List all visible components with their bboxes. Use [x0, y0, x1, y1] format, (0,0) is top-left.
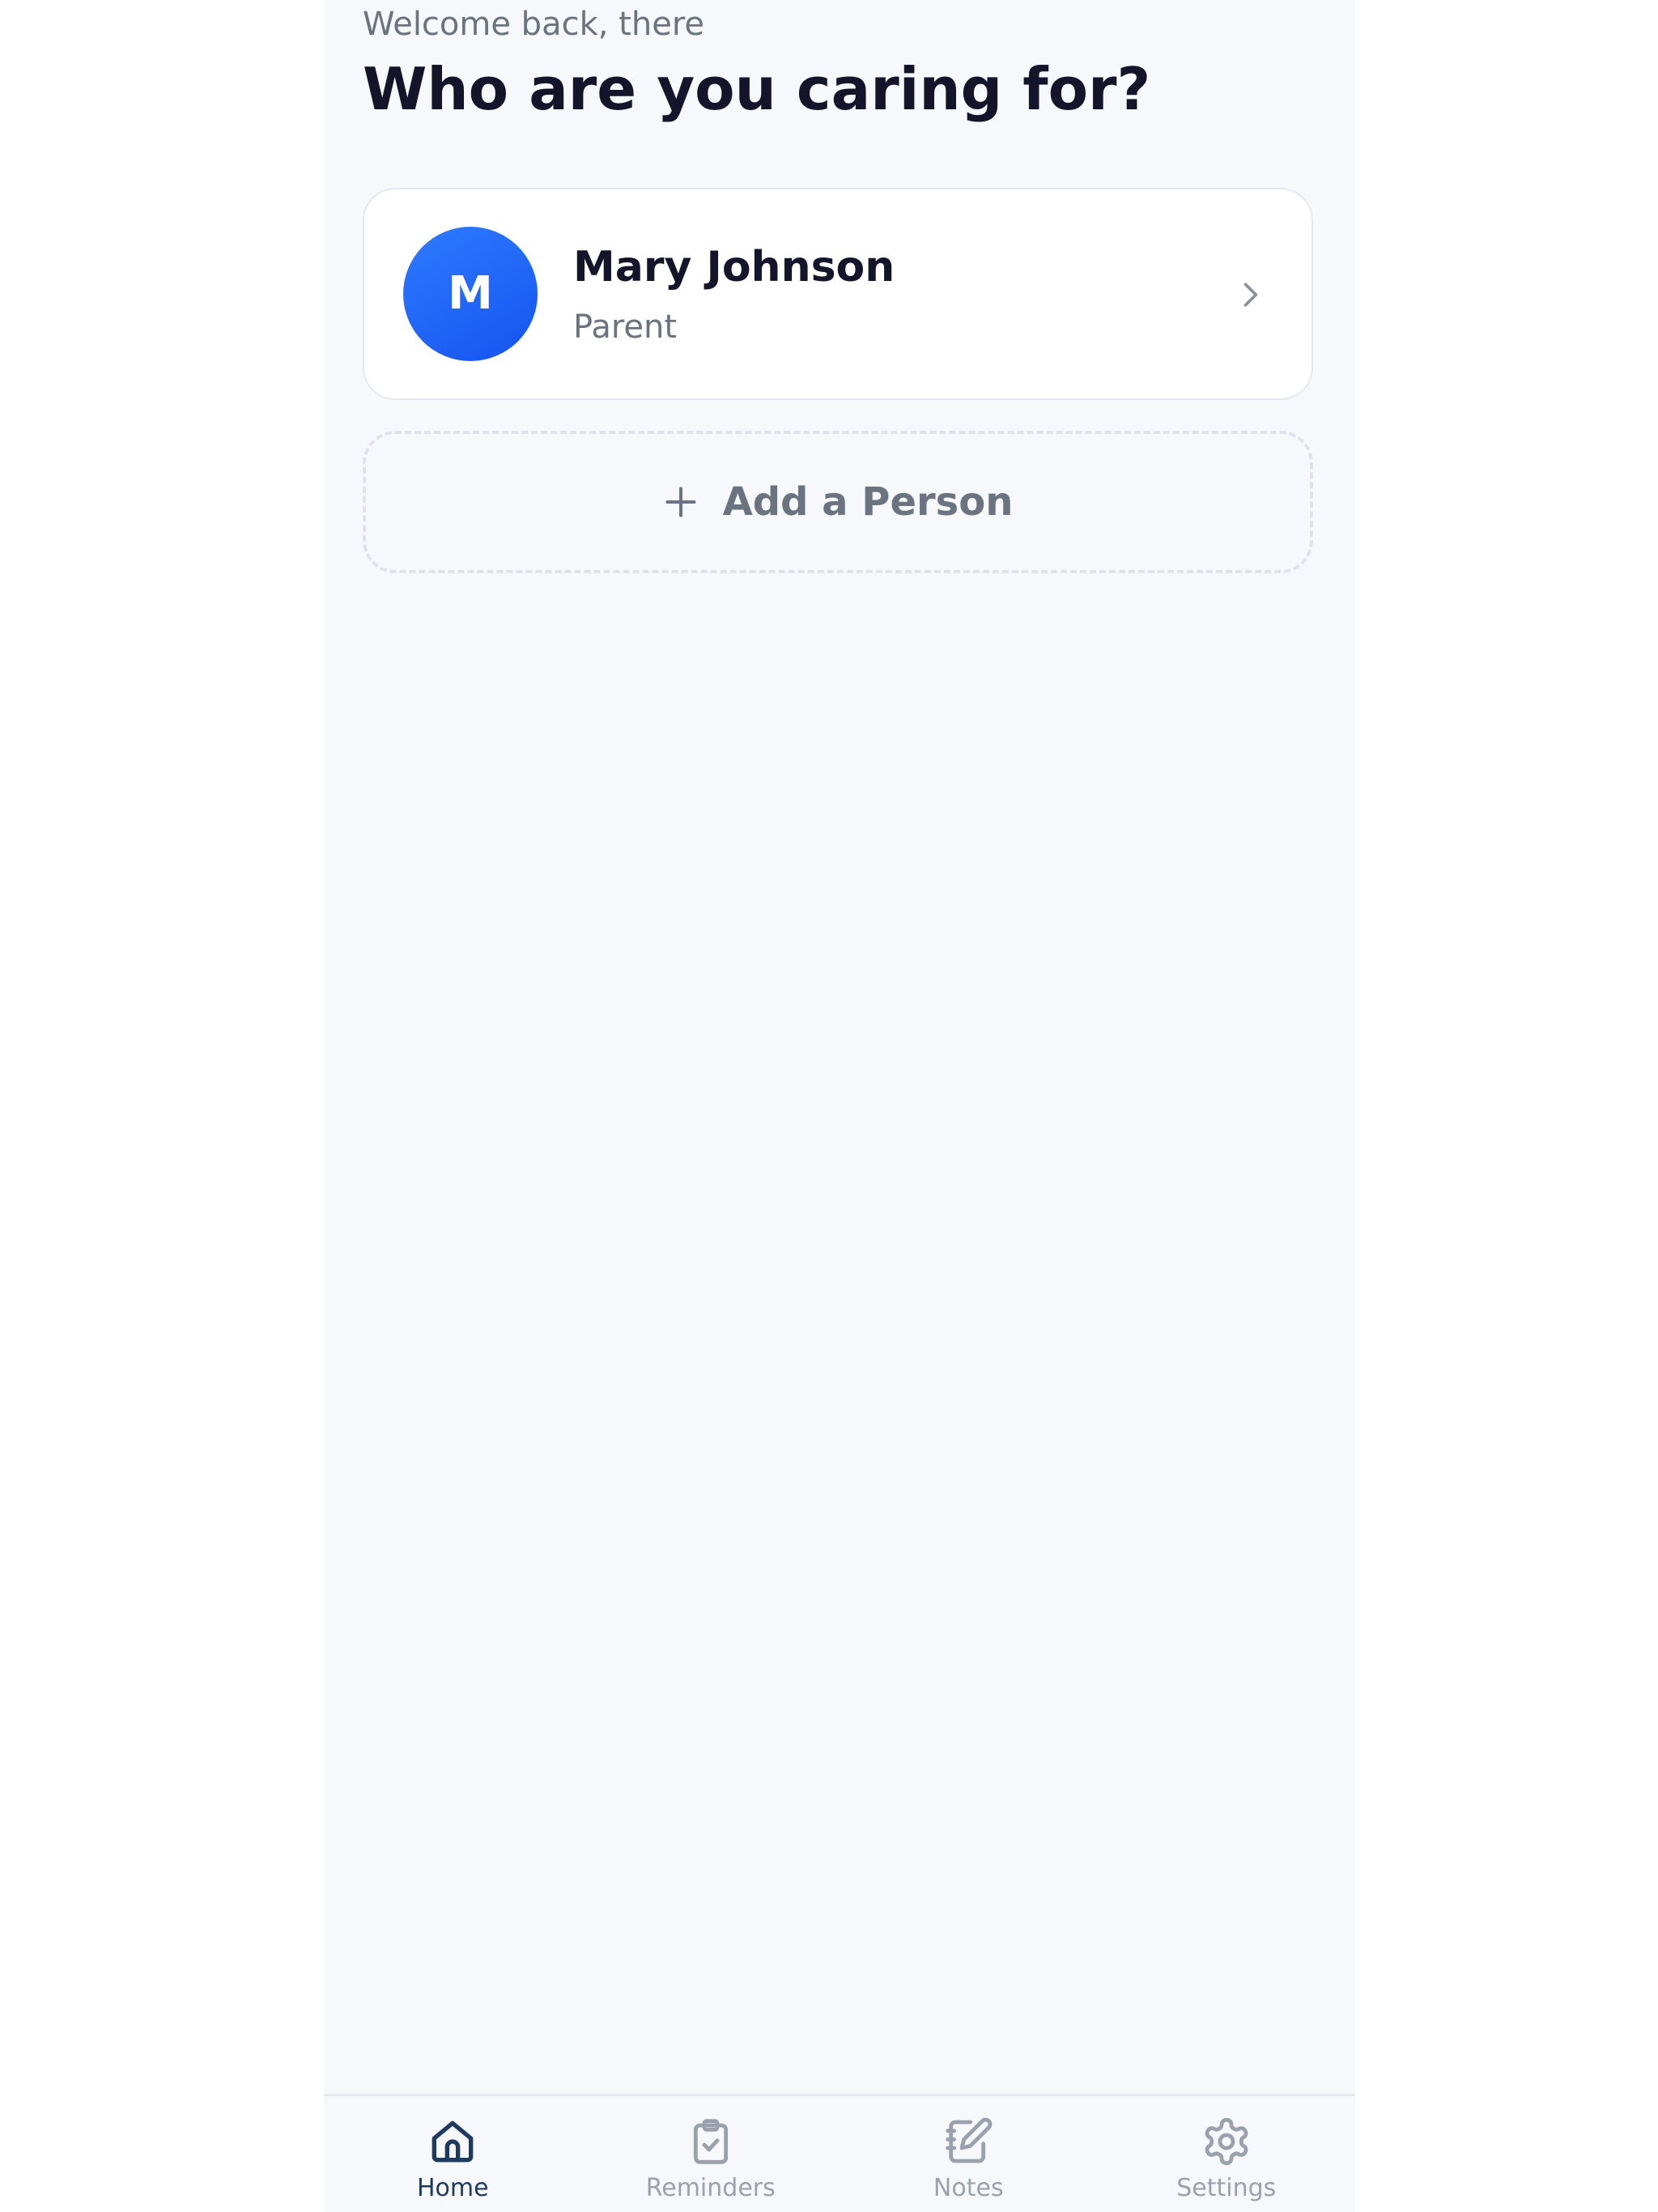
nav-label-reminders: Reminders [645, 2174, 776, 2202]
nav-item-settings[interactable]: Settings [1098, 2096, 1356, 2212]
nav-label-home: Home [416, 2174, 489, 2202]
person-card[interactable]: M Mary Johnson Parent [363, 188, 1313, 400]
plus-icon [665, 487, 696, 517]
chevron-right-icon [1244, 283, 1258, 307]
notebook-pen-icon [946, 2117, 993, 2163]
person-relation: Parent [573, 308, 678, 346]
nav-item-notes[interactable]: Notes [840, 2096, 1098, 2212]
add-person-label: Add a Person [722, 479, 1014, 525]
app-screen: Welcome back, there Who are you caring f… [324, 0, 1355, 2212]
avatar-initial: M [448, 267, 493, 320]
person-name: Mary Johnson [573, 243, 895, 291]
avatar: M [403, 227, 538, 361]
nav-label-notes: Notes [933, 2174, 1004, 2202]
bottom-nav: Home Reminders Notes Settings [324, 2094, 1355, 2212]
nav-label-settings: Settings [1176, 2174, 1277, 2202]
clipboard-check-icon [693, 2119, 728, 2164]
nav-item-reminders[interactable]: Reminders [582, 2096, 840, 2212]
add-person-button[interactable]: Add a Person [363, 431, 1313, 573]
page-title: Who are you caring for? [363, 55, 1151, 123]
nav-item-home[interactable]: Home [324, 2096, 582, 2212]
home-icon [432, 2121, 474, 2163]
welcome-text: Welcome back, there [363, 6, 704, 43]
gear-icon [1205, 2117, 1248, 2166]
